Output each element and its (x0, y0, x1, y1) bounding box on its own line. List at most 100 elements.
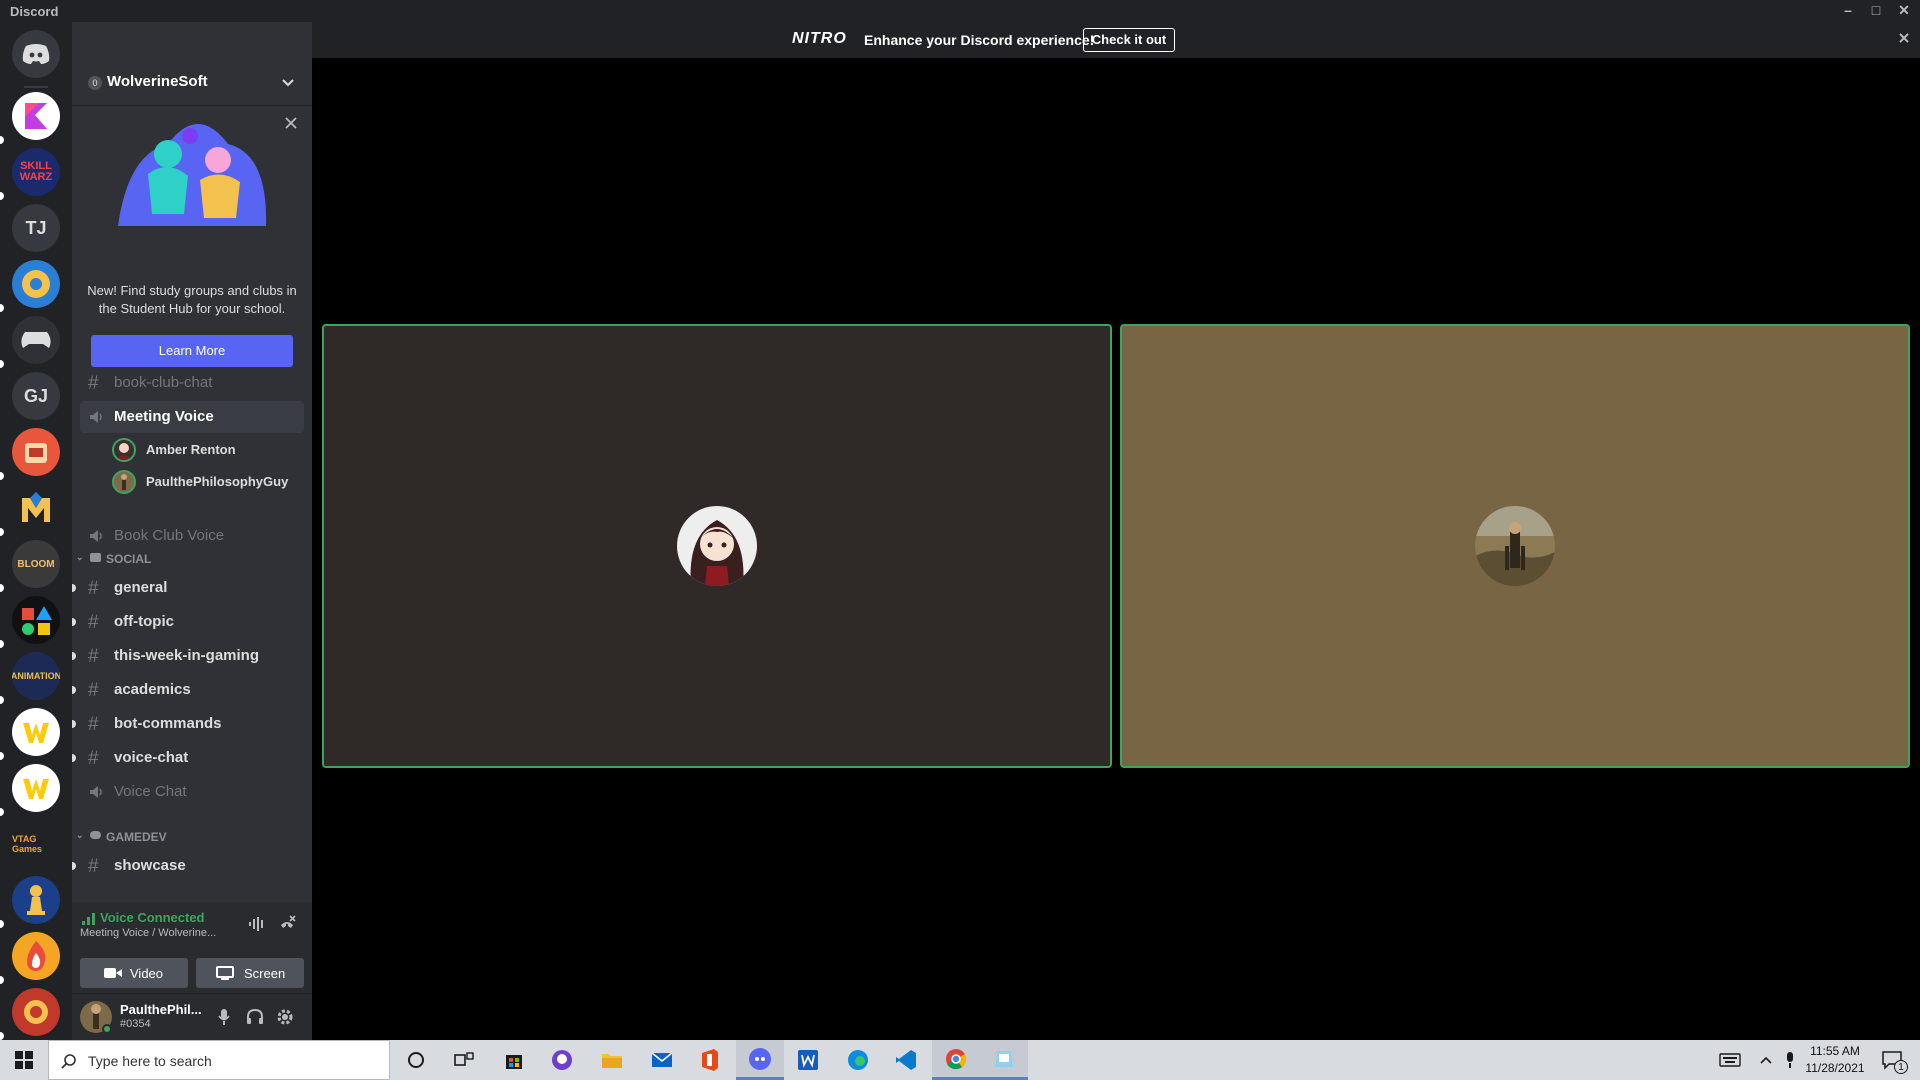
server-icon-tj[interactable]: TJ (12, 204, 60, 252)
hash-icon: # (88, 856, 99, 877)
channel-book-club-chat[interactable]: # book-club-chat (80, 367, 304, 399)
unread-indicator (0, 640, 4, 648)
clock-date: 11/28/2021 (1805, 1061, 1865, 1075)
discord-taskbar-icon[interactable] (736, 1040, 784, 1080)
server-icon-m[interactable] (12, 484, 60, 532)
online-status-dot (102, 1024, 112, 1034)
participant-tile-paul[interactable] (1120, 324, 1910, 768)
server-icon-app[interactable] (12, 92, 60, 140)
user-tag: #0354 (120, 1018, 151, 1030)
video-label: Video (130, 966, 164, 981)
server-icon-red[interactable] (12, 988, 60, 1036)
server-icon-gj[interactable]: GJ (12, 372, 60, 420)
channel-book-club-voice[interactable]: Book Club Voice (80, 520, 304, 552)
server-icon-vtag[interactable]: VTAG Games (12, 820, 60, 868)
taskbar-search-box[interactable]: Type here to search (48, 1040, 390, 1080)
word-icon[interactable] (784, 1040, 832, 1080)
user-name[interactable]: PaulthePhil... (120, 1002, 202, 1017)
chevron-down-icon: ⌄ (76, 830, 84, 840)
server-icon-orange[interactable] (12, 428, 60, 476)
cortana-icon[interactable] (392, 1040, 440, 1080)
disconnect-icon[interactable] (278, 915, 296, 938)
server-icon-trophy[interactable] (12, 876, 60, 924)
speaker-icon (88, 527, 106, 551)
voice-user-name: Amber Renton (146, 442, 236, 457)
guild-badge: 0 (88, 76, 102, 90)
discord-home-icon[interactable] (12, 30, 60, 78)
unread-indicator (0, 304, 4, 312)
file-explorer-icon[interactable] (588, 1040, 636, 1080)
unread-indicator (0, 192, 4, 200)
server-icon-gear[interactable] (12, 260, 60, 308)
channel-voice-chat-text[interactable]: # voice-chat (72, 742, 304, 774)
microphone-icon[interactable] (217, 1008, 231, 1031)
notification-count: 1 (1894, 1060, 1908, 1074)
server-icon-controller[interactable] (12, 316, 60, 364)
voice-user-name: PaulthePhilosophyGuy (146, 474, 289, 489)
video-button[interactable]: Video (80, 958, 188, 988)
windows-start-icon[interactable] (0, 1040, 48, 1080)
minimize-button[interactable]: – (1836, 2, 1860, 20)
close-icon[interactable] (1898, 31, 1910, 49)
voice-connected-status[interactable]: Voice Connected (100, 910, 205, 925)
channel-general[interactable]: # general (72, 572, 304, 604)
chevron-down-icon: ⌄ (76, 552, 84, 562)
participant-tile-amber[interactable] (322, 324, 1112, 768)
channel-bot-commands[interactable]: # bot-commands (72, 708, 304, 740)
unread-indicator (0, 752, 4, 760)
unread-indicator (0, 584, 4, 592)
channel-off-topic[interactable]: # off-topic (72, 606, 304, 638)
camera-icon (104, 967, 122, 982)
voice-channel-path[interactable]: Meeting Voice / Wolverine... (80, 927, 216, 939)
mail-icon[interactable] (638, 1040, 686, 1080)
vscode-icon[interactable] (882, 1040, 930, 1080)
unread-indicator (72, 618, 76, 626)
learn-more-button[interactable]: Learn More (91, 335, 293, 367)
check-it-out-button[interactable]: Check it out (1083, 28, 1175, 52)
channel-voice-chat[interactable]: Voice Chat (80, 776, 304, 808)
taskbar-clock[interactable]: 11:55 AM 11/28/2021 (1805, 1043, 1865, 1077)
channel-sidebar: 0 WolverineSoft New! Find study groups a… (72, 22, 312, 1040)
channel-showcase[interactable]: # showcase (72, 850, 304, 882)
chevron-up-icon[interactable] (1754, 1040, 1778, 1080)
close-icon[interactable] (284, 116, 298, 135)
hash-icon: # (88, 373, 99, 394)
app-window-icon[interactable] (980, 1040, 1028, 1080)
channel-meeting-voice[interactable]: Meeting Voice (80, 401, 304, 433)
store-icon[interactable] (490, 1040, 538, 1080)
server-icon-skillwarz[interactable]: SKILL WARZ (12, 148, 60, 196)
noise-suppression-icon[interactable] (248, 916, 266, 937)
category-name: SOCIAL (106, 552, 152, 566)
headphones-icon[interactable] (246, 1008, 264, 1031)
channel-name: off-topic (114, 613, 174, 630)
channel-this-week-in-gaming[interactable]: # this-week-in-gaming (72, 640, 304, 672)
unread-indicator (0, 360, 4, 368)
screen-share-button[interactable]: Screen (196, 958, 304, 988)
channel-academics[interactable]: # academics (72, 674, 304, 706)
unread-indicator (0, 920, 4, 928)
keyboard-icon[interactable] (1706, 1040, 1754, 1080)
guild-header[interactable]: 0 WolverineSoft (72, 58, 312, 106)
server-icon-wolverine-studio-2[interactable] (12, 764, 60, 812)
nitro-banner: NITRO Enhance your Discord experience! C… (312, 22, 1920, 58)
server-icon-wolverine-studio[interactable] (12, 708, 60, 756)
chrome-icon[interactable] (932, 1040, 980, 1080)
notification-icon[interactable]: 1 (1868, 1040, 1916, 1080)
channel-name: book-club-chat (114, 374, 213, 391)
clock-time: 11:55 AM (1810, 1044, 1860, 1058)
edge-icon[interactable] (834, 1040, 882, 1080)
maximize-button[interactable]: □ (1864, 2, 1888, 20)
task-view-icon[interactable] (440, 1040, 488, 1080)
gear-icon[interactable] (276, 1008, 294, 1031)
server-icon-shapes[interactable] (12, 596, 60, 644)
github-desktop-icon[interactable] (538, 1040, 586, 1080)
office-icon[interactable] (686, 1040, 734, 1080)
voice-connection-panel: Voice Connected Meeting Voice / Wolverin… (72, 902, 312, 994)
server-icon-fire[interactable] (12, 932, 60, 980)
microphone-tray-icon[interactable] (1778, 1040, 1802, 1080)
server-icon-animation[interactable]: ANIMATION (12, 652, 60, 700)
promo-illustration (108, 114, 276, 226)
close-window-button[interactable]: ✕ (1892, 2, 1916, 20)
server-icon-bloom[interactable]: BLOOM (12, 540, 60, 588)
user-panel: PaulthePhil... #0354 (72, 994, 312, 1040)
